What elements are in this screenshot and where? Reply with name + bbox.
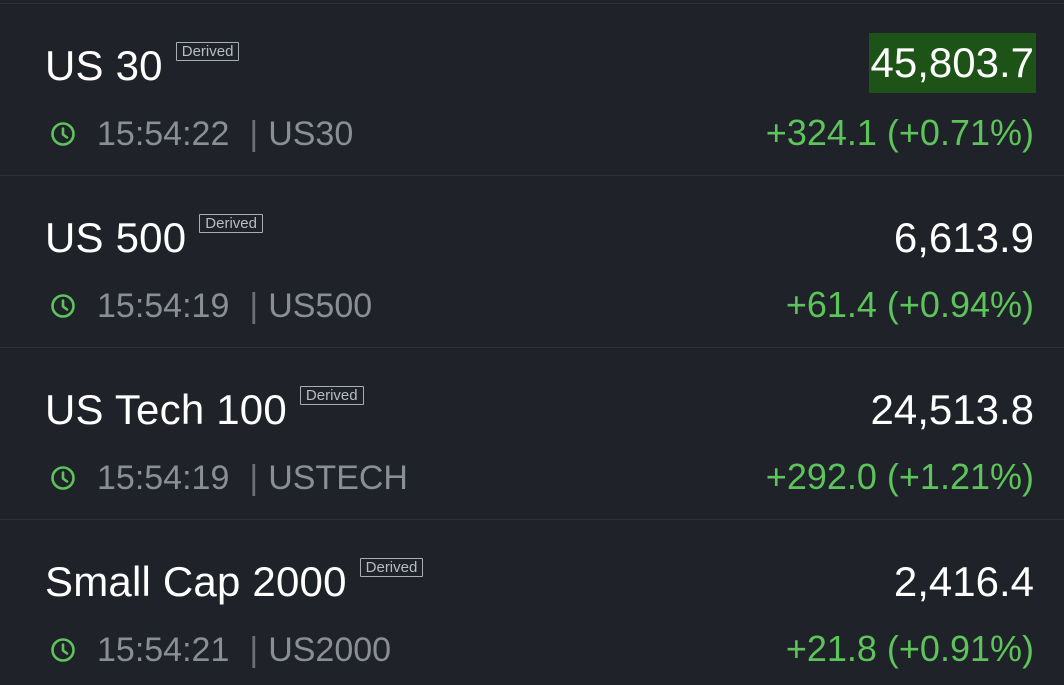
derived-badge: Derived: [175, 42, 240, 61]
instrument-row-ustech[interactable]: US Tech 100 Derived 15:54:19 | USTECH 24…: [0, 348, 1064, 520]
price-change: +324.1 (+0.71%): [765, 112, 1034, 153]
price-change: +61.4 (+0.94%): [785, 284, 1034, 325]
clock-icon: [51, 122, 75, 146]
name-line: US Tech 100 Derived: [45, 386, 364, 434]
separator: |: [249, 459, 259, 497]
instrument-name: US 30: [45, 42, 163, 89]
name-line: Small Cap 2000 Derived: [45, 558, 424, 606]
meta-line: 15:54:19 | US500: [50, 286, 372, 326]
separator: |: [249, 631, 259, 669]
price-value: 45,803.7: [868, 33, 1036, 93]
instrument-name: Small Cap 2000: [45, 558, 347, 605]
clock-icon: [51, 294, 75, 318]
instrument-name: US Tech 100: [45, 386, 287, 433]
derived-badge: Derived: [359, 558, 424, 577]
price-value: 2,416.4: [893, 558, 1034, 605]
price-change: +292.0 (+1.21%): [765, 456, 1034, 497]
clock-icon: [51, 638, 75, 662]
meta-line: 15:54:22 | US30: [50, 114, 353, 154]
meta-line: 15:54:21 | US2000: [50, 630, 391, 670]
instrument-symbol: US30: [268, 115, 354, 153]
update-time: 15:54:22: [97, 115, 230, 153]
derived-badge: Derived: [199, 214, 263, 233]
instrument-list: US 30 Derived 15:54:22 | US30 45,803.7 +…: [0, 0, 1064, 685]
instrument-row-us30[interactable]: US 30 Derived 15:54:22 | US30 45,803.7 +…: [0, 4, 1064, 176]
meta-line: 15:54:19 | USTECH: [50, 458, 408, 498]
name-line: US 30 Derived: [45, 42, 240, 90]
separator: |: [249, 287, 259, 325]
update-time: 15:54:19: [97, 287, 230, 325]
update-time: 15:54:19: [97, 459, 230, 497]
instrument-row-us2000[interactable]: Small Cap 2000 Derived 15:54:21 | US2000…: [0, 520, 1064, 685]
clock-icon: [51, 466, 75, 490]
name-line: US 500 Derived: [45, 214, 263, 262]
price-value: 6,613.9: [893, 214, 1034, 261]
instrument-symbol: US500: [268, 287, 373, 325]
derived-badge: Derived: [299, 386, 364, 405]
instrument-name: US 500: [45, 214, 187, 261]
price-value: 24,513.8: [870, 386, 1035, 433]
instrument-row-us500[interactable]: US 500 Derived 15:54:19 | US500 6,613.9 …: [0, 176, 1064, 348]
instrument-symbol: USTECH: [268, 459, 408, 497]
instrument-symbol: US2000: [268, 631, 392, 669]
update-time: 15:54:21: [97, 631, 230, 669]
separator: |: [249, 115, 259, 153]
price-change: +21.8 (+0.91%): [785, 628, 1034, 669]
